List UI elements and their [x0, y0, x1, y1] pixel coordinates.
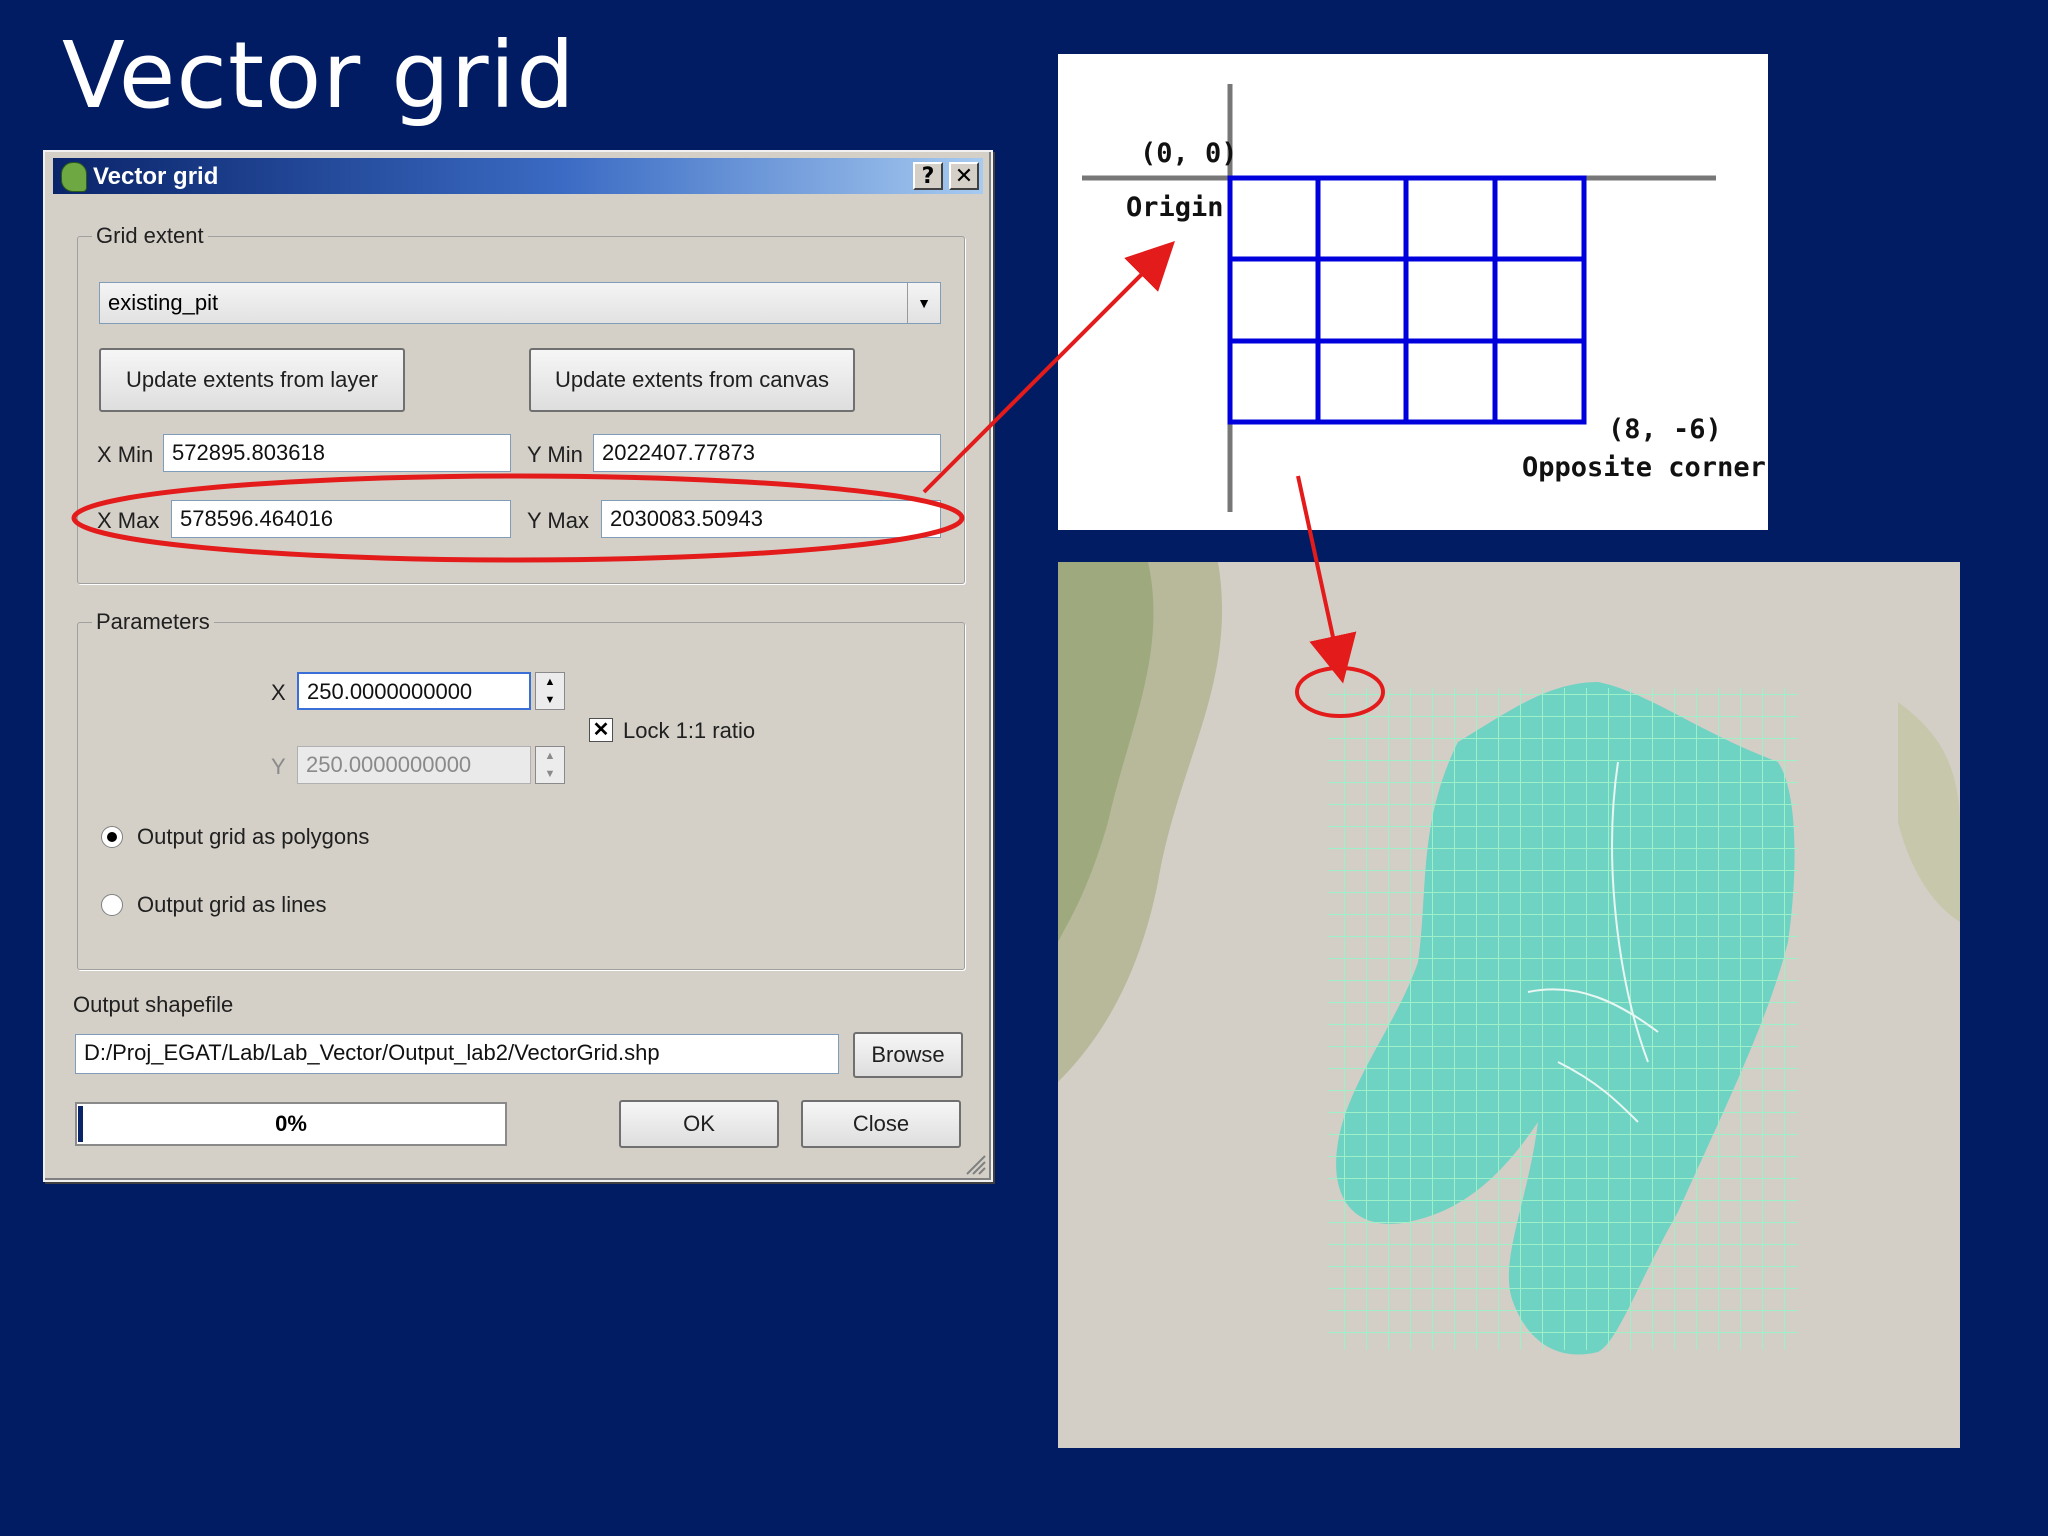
- dialog-title: Vector grid: [93, 163, 219, 190]
- grid-extent-label: Grid extent: [92, 223, 208, 249]
- grid-x-stepper[interactable]: ▲ ▼: [535, 672, 565, 710]
- lock-ratio-label: Lock 1:1 ratio: [623, 718, 756, 743]
- progress-fill: [78, 1106, 83, 1142]
- output-polygons-label: Output grid as polygons: [137, 824, 370, 849]
- ok-button[interactable]: OK: [619, 1100, 779, 1148]
- close-button[interactable]: Close: [801, 1100, 961, 1148]
- origin-label: Origin: [1126, 192, 1224, 223]
- grid-x-label: X: [271, 680, 286, 705]
- slide-title: Vector grid: [62, 22, 576, 129]
- browse-button[interactable]: Browse: [853, 1032, 963, 1078]
- grid-y-input[interactable]: 250.0000000000: [297, 746, 531, 784]
- extent-layer-select[interactable]: existing_pit ▼: [99, 282, 941, 324]
- qgis-logo-icon: [61, 162, 87, 192]
- ymax-input[interactable]: 2030083.50943: [601, 500, 941, 538]
- chevron-down-icon[interactable]: ▼: [536, 765, 564, 783]
- close-icon[interactable]: ✕: [949, 162, 979, 190]
- resize-grip-icon[interactable]: [961, 1150, 987, 1176]
- origin-coords: (0, 0): [1140, 138, 1238, 169]
- xmin-label: X Min: [97, 442, 154, 467]
- xmax-input[interactable]: 578596.464016: [171, 500, 511, 538]
- corner-label: Opposite corner: [1522, 452, 1766, 483]
- ymin-input[interactable]: 2022407.77873: [593, 434, 941, 472]
- progress-text: 0%: [275, 1111, 307, 1136]
- corner-coords: (8, -6): [1608, 414, 1722, 445]
- grid-y-stepper[interactable]: ▲ ▼: [535, 746, 565, 784]
- grid-y-label: Y: [271, 754, 286, 779]
- map-view[interactable]: [1058, 562, 1960, 1448]
- progress-bar: 0%: [75, 1102, 507, 1146]
- output-path-input[interactable]: D:/Proj_EGAT/Lab/Lab_Vector/Output_lab2/…: [75, 1034, 839, 1074]
- grid-diagram: (0, 0) Origin (8, -6) Opposite corner: [1058, 54, 1768, 530]
- chevron-down-icon[interactable]: ▼: [536, 691, 564, 709]
- xmax-label: X Max: [97, 508, 160, 533]
- vector-grid: [1328, 688, 1798, 1350]
- lock-ratio-checkbox[interactable]: ✕: [589, 718, 613, 742]
- vector-grid-dialog: Vector grid ? ✕ Grid extent existing_pit…: [43, 150, 993, 1182]
- xmin-input[interactable]: 572895.803618: [163, 434, 511, 472]
- output-lines-radio[interactable]: [101, 894, 123, 916]
- chevron-up-icon[interactable]: ▲: [536, 673, 564, 691]
- grid-cells: [1227, 175, 1587, 425]
- map-canvas: [1058, 562, 1960, 1448]
- output-polygons-radio[interactable]: [101, 826, 123, 848]
- ymax-label: Y Max: [527, 508, 589, 533]
- output-shapefile-label: Output shapefile: [73, 992, 234, 1017]
- update-extents-layer-button[interactable]: Update extents from layer: [99, 348, 405, 412]
- chevron-up-icon[interactable]: ▲: [536, 747, 564, 765]
- help-button[interactable]: ?: [913, 162, 943, 190]
- parameters-label: Parameters: [92, 609, 214, 635]
- chevron-down-icon[interactable]: ▼: [907, 283, 940, 323]
- grid-x-input[interactable]: 250.0000000000: [297, 672, 531, 710]
- update-extents-canvas-button[interactable]: Update extents from canvas: [529, 348, 855, 412]
- output-lines-label: Output grid as lines: [137, 892, 327, 917]
- extent-layer-value: existing_pit: [108, 290, 219, 315]
- ymin-label: Y Min: [527, 442, 583, 467]
- dialog-titlebar[interactable]: Vector grid ? ✕: [53, 158, 983, 194]
